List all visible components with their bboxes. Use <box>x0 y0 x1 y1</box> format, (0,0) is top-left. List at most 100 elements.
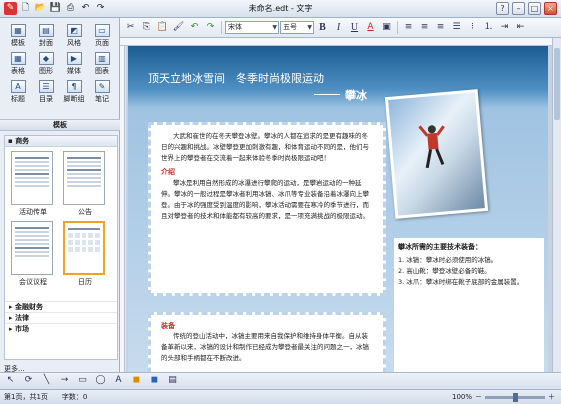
document-page[interactable]: 顶天立地冰雪间 冬季时尚极限运动 攀冰 大武和崔世的在冬天攀登冰壁。攀冰的人都在… <box>128 46 548 382</box>
section-text: 传统的登山活动中，冰镐主要用来自我保护和维持身体平衡。自从装备革新以来，冰镐的设… <box>161 332 369 362</box>
intro-text: 大武和崔世的在冬天攀登冰壁。攀冰的人都在追求的是更有趣味的冬日的兴趣和挑战。冰壁… <box>161 132 369 162</box>
heading-icon: A <box>10 80 26 93</box>
align-right-icon[interactable]: ≡ <box>433 20 448 35</box>
tool-label: 脚断组 <box>63 95 85 103</box>
paste-icon[interactable]: 📋 <box>155 20 170 35</box>
fill-color-icon[interactable]: ◼ <box>129 373 144 388</box>
cut-icon[interactable]: ✂ <box>123 20 138 35</box>
justify-icon[interactable]: ☰ <box>449 20 464 35</box>
tip-item: 3. 冰爪：攀冰时绑在靴子底部的金属装置。 <box>398 278 524 286</box>
tip-item: 1. 冰镐：攀冰时必须使用的冰镐。 <box>398 256 498 264</box>
line-icon[interactable]: ╲ <box>39 373 54 388</box>
app-window: ✎ 🗋 📂 💾 ⎙ ↶ ↷ 未命名.edt - 文字 ? – □ × ✂ ⎘ 📋… <box>0 0 561 404</box>
left-panel: ▦ 模板 ▤ 封面 ◩ 风格 ▭ 页面 ▦ 表格 ◆ 图形 ▶ 媒体 ▥ 图表 A 标题 ☰ 目录 … <box>0 18 120 390</box>
intro-textbox[interactable]: 大武和崔世的在冬天攀登冰壁。攀冰的人都在追求的是更有趣味的冬日的兴趣和挑战。冰壁… <box>148 122 386 296</box>
cover-icon: ▤ <box>38 24 54 37</box>
numbered-list-icon[interactable]: ⒈ <box>481 20 496 35</box>
separator <box>221 21 222 34</box>
font-family-select[interactable]: 宋体 ▼ <box>225 21 279 34</box>
tool-label: 表格 <box>11 67 25 75</box>
textbox-icon[interactable]: A <box>111 373 126 388</box>
tool-label: 笔记 <box>95 95 109 103</box>
help-button[interactable]: ? <box>496 2 509 15</box>
category-header[interactable]: ▪ 商务 <box>5 136 117 147</box>
shadow-icon[interactable]: ▤ <box>165 373 180 388</box>
tool-chart[interactable]: ▥ 图表 <box>88 52 116 76</box>
tool-shape[interactable]: ◆ 图形 <box>32 52 60 76</box>
template-label: 会议议程 <box>19 278 47 286</box>
climber-photo[interactable] <box>384 89 489 219</box>
rotate-icon[interactable]: ⟳ <box>21 373 36 388</box>
section-title: 装备 <box>161 322 175 330</box>
template-flyer[interactable]: 活动传单 <box>11 151 55 217</box>
tool-cover[interactable]: ▤ 封面 <box>32 24 60 48</box>
undo-icon[interactable]: ↶ <box>187 20 202 35</box>
font-color-button[interactable]: A <box>363 20 378 35</box>
align-center-icon[interactable]: ≡ <box>417 20 432 35</box>
tips-column[interactable]: 攀冰所需的主要技术装备： 1. 冰镐：攀冰时必须使用的冰镐。 2. 高山靴：攀登… <box>394 238 544 382</box>
italic-button[interactable]: I <box>331 20 346 35</box>
document-canvas: 顶天立地冰雪间 冬季时尚极限运动 攀冰 大武和崔世的在冬天攀登冰壁。攀冰的人都在… <box>126 46 552 382</box>
close-button[interactable]: × <box>544 2 557 15</box>
tool-media[interactable]: ▶ 媒体 <box>60 52 88 76</box>
template-thumbnail <box>63 151 105 205</box>
zoom-value: 100% <box>451 393 472 401</box>
tool-label: 风格 <box>67 39 81 47</box>
underline-button[interactable]: U <box>347 20 362 35</box>
status-bar: 第1页，共1页 字数：0 100% － ＋ <box>0 389 561 404</box>
template-label: 活动传单 <box>19 208 47 216</box>
bold-button[interactable]: B <box>315 20 330 35</box>
indent-icon[interactable]: ⇥ <box>497 20 512 35</box>
zoom-out-icon[interactable]: － <box>475 392 482 402</box>
copy-icon[interactable]: ⎘ <box>139 20 154 35</box>
category-market[interactable]: ▸ 市场 <box>5 323 117 334</box>
ellipse-icon[interactable]: ◯ <box>93 373 108 388</box>
category-finance[interactable]: ▸ 金融财务 <box>5 301 117 312</box>
format-painter-icon[interactable]: 🖌 <box>171 20 186 35</box>
template-thumbnail <box>63 221 105 275</box>
template-calendar[interactable]: 日历 <box>63 221 107 287</box>
toc-icon: ☰ <box>38 80 54 93</box>
minimize-button[interactable]: – <box>512 2 525 15</box>
align-left-icon[interactable]: ≡ <box>401 20 416 35</box>
template-label: 日历 <box>78 278 92 286</box>
arrow-icon[interactable]: → <box>57 373 72 388</box>
zoom-slider[interactable] <box>485 392 545 402</box>
zoom-slider-knob[interactable] <box>513 392 518 402</box>
drawing-toolbar: ↖ ⟳ ╲ → ▭ ◯ A ◼ ◼ ▤ <box>0 372 561 388</box>
highlight-icon[interactable]: ▣ <box>379 20 394 35</box>
template-icon: ▦ <box>10 24 26 37</box>
template-gallery: ▪ 商务 活动传单 公告 会议议程 日历 ▸ 金融财务 ▸ 法律 ▸ 市场 <box>4 135 118 360</box>
tool-page[interactable]: ▭ 页面 <box>88 24 116 48</box>
tool-footnote[interactable]: ¶ 脚断组 <box>60 80 88 104</box>
tool-toc[interactable]: ☰ 目录 <box>32 80 60 104</box>
tool-note[interactable]: ✎ 笔记 <box>88 80 116 104</box>
font-size-value: 五号 <box>283 23 297 31</box>
select-icon[interactable]: ↖ <box>3 373 18 388</box>
tool-style[interactable]: ◩ 风格 <box>60 24 88 48</box>
tool-heading[interactable]: A 标题 <box>4 80 32 104</box>
outdent-icon[interactable]: ⇤ <box>513 20 528 35</box>
template-agenda[interactable]: 会议议程 <box>11 221 55 287</box>
tool-table[interactable]: ▦ 表格 <box>4 52 32 76</box>
note-icon: ✎ <box>94 80 110 93</box>
font-size-select[interactable]: 五号 ▼ <box>280 21 314 34</box>
page-icon: ▭ <box>94 24 110 37</box>
heading-rule <box>314 94 340 95</box>
scroll-thumb[interactable] <box>554 48 560 120</box>
maximize-button[interactable]: □ <box>528 2 541 15</box>
redo-icon[interactable]: ↷ <box>203 20 218 35</box>
category-legal[interactable]: ▸ 法律 <box>5 312 117 323</box>
tool-template[interactable]: ▦ 模板 <box>4 24 32 48</box>
media-icon: ▶ <box>66 52 82 65</box>
tool-label: 模板 <box>11 39 25 47</box>
bullet-list-icon[interactable]: ⁝ <box>465 20 480 35</box>
template-notice[interactable]: 公告 <box>63 151 107 217</box>
category-label: 法律 <box>14 314 29 322</box>
zoom-in-icon[interactable]: ＋ <box>548 392 555 402</box>
line-color-icon[interactable]: ◼ <box>147 373 162 388</box>
section-text: 攀冰是利用自然形成的冰瀑进行攀爬的运动，是攀岩运动的一种延伸。攀冰的一般过程是攀… <box>161 179 369 220</box>
vertical-scrollbar[interactable] <box>552 38 561 382</box>
rectangle-icon[interactable]: ▭ <box>75 373 90 388</box>
category-label: 商务 <box>15 137 30 145</box>
